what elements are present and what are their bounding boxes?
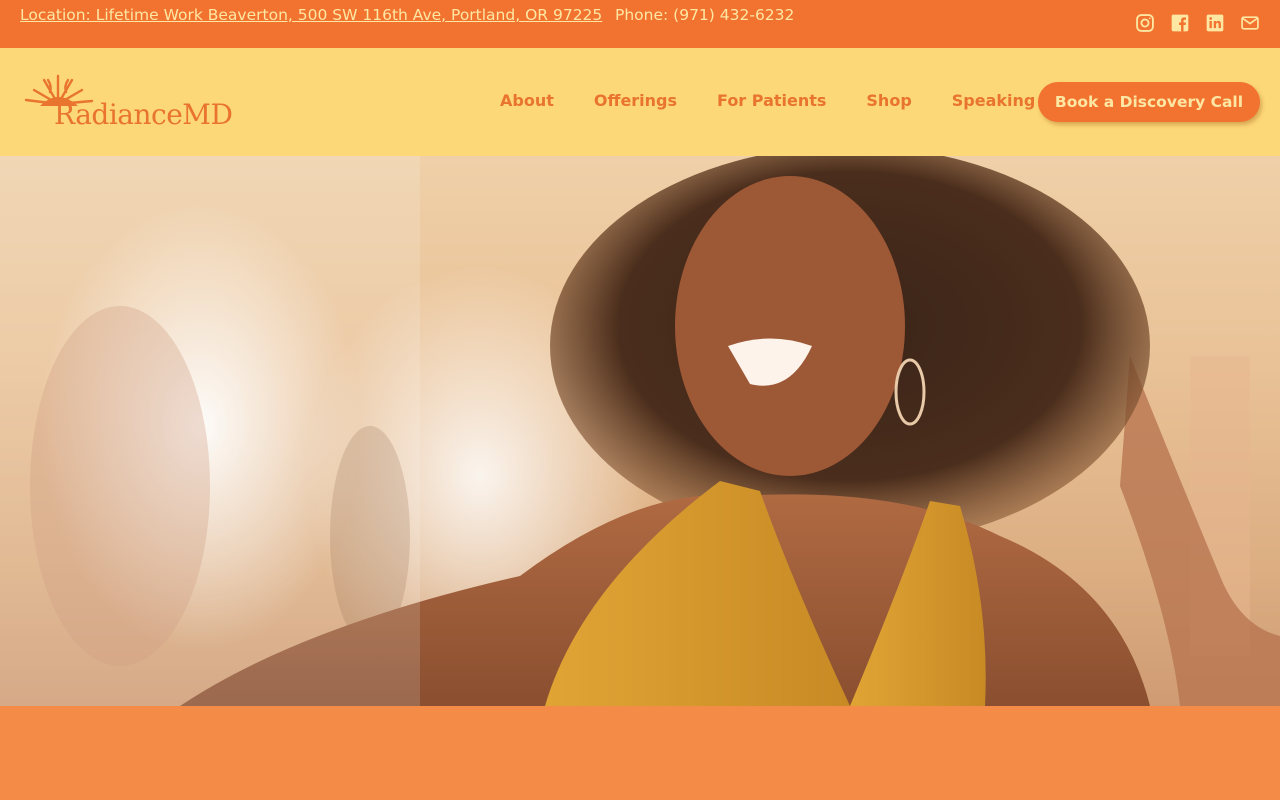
book-discovery-call-button[interactable]: Book a Discovery Call bbox=[1038, 82, 1260, 122]
top-info-bar: Location: Lifetime Work Beaverton, 500 S… bbox=[0, 0, 1280, 48]
logo[interactable]: RadianceMD bbox=[22, 70, 252, 136]
linkedin-icon[interactable] bbox=[1205, 13, 1225, 33]
logo-wordmark: RadianceMD bbox=[54, 98, 233, 131]
site-header: RadianceMD About Offerings For Patients … bbox=[0, 48, 1280, 156]
instagram-icon[interactable] bbox=[1135, 13, 1155, 33]
nav-about[interactable]: About bbox=[500, 91, 554, 110]
hero-image bbox=[0, 156, 1280, 706]
nav-speaking[interactable]: Speaking bbox=[952, 91, 1036, 110]
nav-for-patients[interactable]: For Patients bbox=[717, 91, 826, 110]
content-section-band bbox=[0, 706, 1280, 800]
hero-illustration bbox=[0, 156, 1280, 706]
mail-icon[interactable] bbox=[1240, 13, 1260, 33]
main-nav: About Offerings For Patients Shop Speaki… bbox=[500, 91, 1035, 110]
phone-text: Phone: (971) 432-6232 bbox=[615, 6, 795, 24]
facebook-icon[interactable] bbox=[1170, 13, 1190, 33]
location-link[interactable]: Location: Lifetime Work Beaverton, 500 S… bbox=[20, 6, 602, 24]
social-links bbox=[1135, 13, 1260, 33]
nav-shop[interactable]: Shop bbox=[866, 91, 911, 110]
nav-offerings[interactable]: Offerings bbox=[594, 91, 677, 110]
